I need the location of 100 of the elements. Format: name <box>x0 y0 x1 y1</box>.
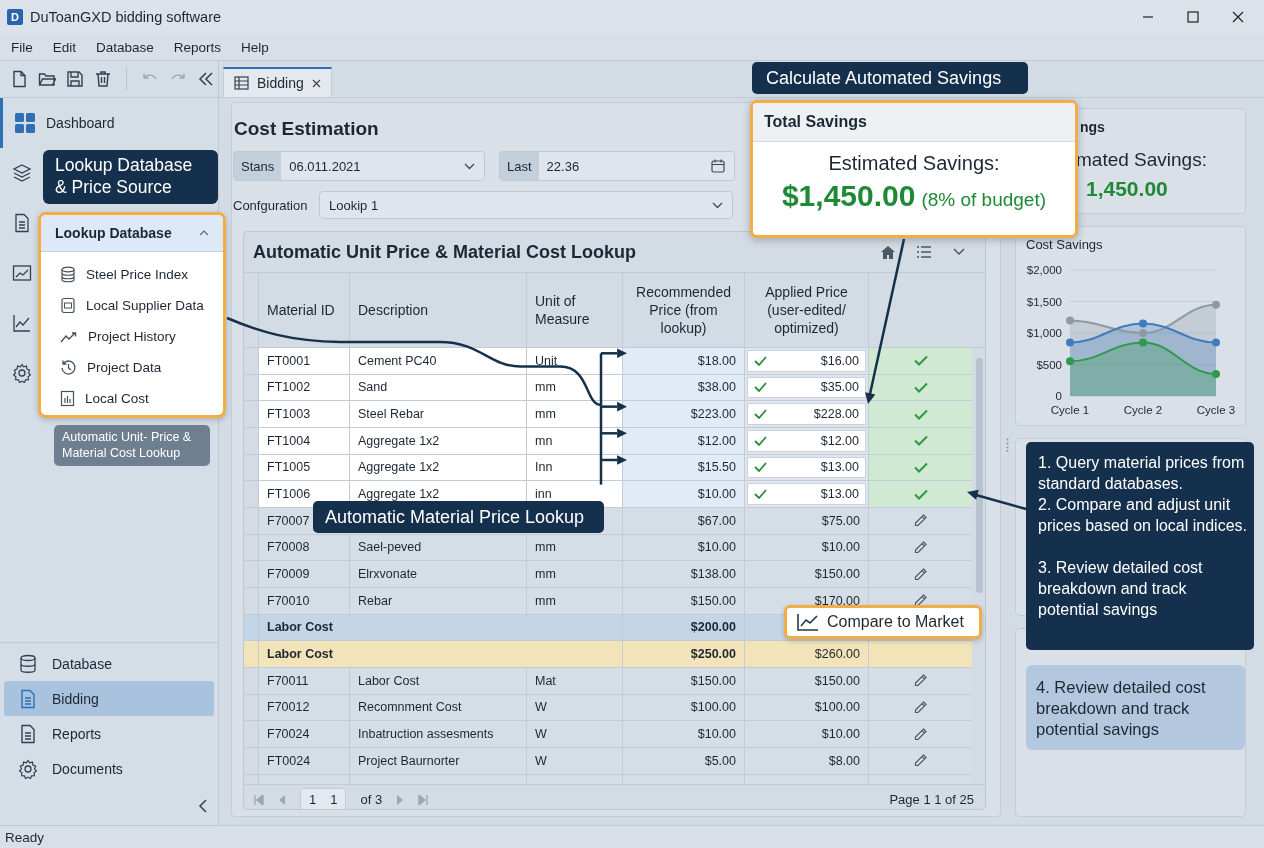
menu-item[interactable]: Reports <box>166 39 229 55</box>
dropdown-field[interactable]: Lookip 1 <box>319 191 733 219</box>
table-cell: FT0001 <box>258 348 349 374</box>
check-icon <box>913 355 928 367</box>
data-point <box>1212 338 1220 347</box>
savings-amount: $1,450.00 <box>781 179 916 213</box>
app-logo: D <box>7 9 23 25</box>
column-header: Recommended Price (from lookup) <box>622 273 744 347</box>
scrollbar-thumb[interactable] <box>976 358 983 593</box>
pencil-icon[interactable] <box>914 727 927 741</box>
folder-icon[interactable] <box>38 70 56 88</box>
data-point <box>1066 357 1074 366</box>
table-cell: $200.00 <box>622 614 744 641</box>
table-cell: FT1004 <box>258 427 349 454</box>
home-icon[interactable] <box>881 245 895 259</box>
pencil-icon[interactable] <box>914 674 927 688</box>
page-count: of 3 <box>360 792 383 807</box>
chevron-left-icon[interactable] <box>198 798 208 813</box>
menu-item[interactable]: File <box>4 39 40 55</box>
pencil-icon[interactable] <box>914 754 927 768</box>
caption-label: Automatic Unit- Price & Material Cost Lookup <box>54 425 210 466</box>
table-cell: FT1005 <box>258 454 349 481</box>
nav-item[interactable]: Database <box>4 646 214 681</box>
callout-label: Lookup Database & Price Source <box>43 150 218 204</box>
table-cell: $10.00 <box>622 481 744 507</box>
menu-item[interactable]: Edit <box>45 39 84 55</box>
trend-icon <box>60 330 78 343</box>
trash-icon[interactable] <box>94 70 112 88</box>
pencil-icon[interactable] <box>914 700 927 714</box>
column-header: Material ID <box>258 273 349 347</box>
step-text: 2. Compare and adjust unit prices based on local indices. <box>1038 495 1248 536</box>
table-cell: Cement PC40 <box>349 348 526 374</box>
history-icon <box>60 359 77 376</box>
pencil-icon[interactable] <box>914 540 927 554</box>
price-field[interactable]: $13.00 <box>747 483 866 505</box>
chevron-icon <box>199 230 209 236</box>
list-item[interactable]: Project History <box>41 321 223 352</box>
axis-label: Cycle 1 <box>1050 404 1090 416</box>
panel-header[interactable]: Lookup Database <box>41 215 223 252</box>
pencil-icon[interactable] <box>914 567 927 581</box>
save-icon[interactable] <box>66 70 84 88</box>
data-point <box>1212 369 1220 378</box>
maximize-icon[interactable] <box>1187 11 1199 23</box>
list-icon[interactable] <box>917 246 931 258</box>
grid-icon <box>14 112 36 134</box>
table-cell: Labor Cost <box>258 614 622 641</box>
pencil-icon[interactable] <box>914 594 927 608</box>
check-icon <box>754 435 767 446</box>
check-icon <box>754 409 767 420</box>
table-cell: mm <box>526 401 622 427</box>
nav-item[interactable]: Bidding <box>4 681 214 716</box>
close-icon[interactable] <box>1232 11 1244 23</box>
axis-label: Cycle 3 <box>1196 404 1236 416</box>
price-field[interactable]: $35.00 <box>747 376 866 399</box>
table-cell: Steel Rebar <box>349 401 526 427</box>
check-icon <box>754 382 767 393</box>
check-icon <box>754 489 767 500</box>
splitter-handle-icon[interactable] <box>1005 437 1009 452</box>
chevron-down-icon[interactable] <box>953 248 965 256</box>
table-cell: $260.00 <box>744 641 868 667</box>
column-header: Description <box>349 273 526 347</box>
column-header: Unit of Measure <box>526 273 622 347</box>
chart-title: Cost Savings <box>1026 237 1104 252</box>
table-cell: Aggregate 1x2 <box>349 427 526 454</box>
tick-label: $1,000 <box>1026 327 1062 339</box>
list-item[interactable]: Project Data <box>41 352 223 383</box>
step-text: 3. Review detailed cost breakdown and track potential savings <box>1038 558 1204 620</box>
menu-item[interactable]: Help <box>234 39 276 55</box>
page-field[interactable]: 1 1 <box>300 788 347 809</box>
check-icon <box>913 435 928 447</box>
table-cell: $18.00 <box>622 348 744 374</box>
axis-label: Cycle 2 <box>1123 404 1163 416</box>
table-cell: FT1002 <box>258 374 349 401</box>
menu-item[interactable]: Database <box>89 39 161 55</box>
page-summary: Page 1 1 of 25 <box>889 792 975 807</box>
nav-item[interactable]: Documents <box>4 751 214 786</box>
savings-label: Estimated Savings: <box>828 152 1000 175</box>
tab[interactable]: Bidding <box>223 67 332 97</box>
check-icon <box>913 408 928 420</box>
list-item[interactable]: Local Supplier Data <box>41 290 223 321</box>
close-icon[interactable] <box>311 78 321 88</box>
callout-label: Automatic Material Price Lookup <box>313 501 604 533</box>
savings-share: (8% of budget) <box>921 189 1047 211</box>
tick-label: $500 <box>1036 358 1062 371</box>
price-field[interactable]: $16.00 <box>747 350 866 372</box>
tick-label: $2,000 <box>1026 264 1062 276</box>
nav-item[interactable]: Reports <box>4 716 214 751</box>
data-point <box>1212 300 1220 309</box>
price-field[interactable]: $228.00 <box>747 403 866 425</box>
data-point <box>1066 316 1074 325</box>
pencil-icon[interactable] <box>914 514 927 528</box>
table-cell: $250.00 <box>622 641 744 667</box>
new-file-icon[interactable] <box>10 70 28 88</box>
double-chevron-icon[interactable] <box>197 70 215 88</box>
compare-button[interactable]: Compare to Market <box>784 605 982 639</box>
list-item[interactable]: Steel Price Index <box>41 259 223 290</box>
list-item[interactable]: Local Cost <box>41 383 223 414</box>
price-field[interactable]: $13.00 <box>747 456 866 479</box>
table-cell: Unit <box>526 348 622 374</box>
price-field[interactable]: $12.00 <box>747 429 866 452</box>
